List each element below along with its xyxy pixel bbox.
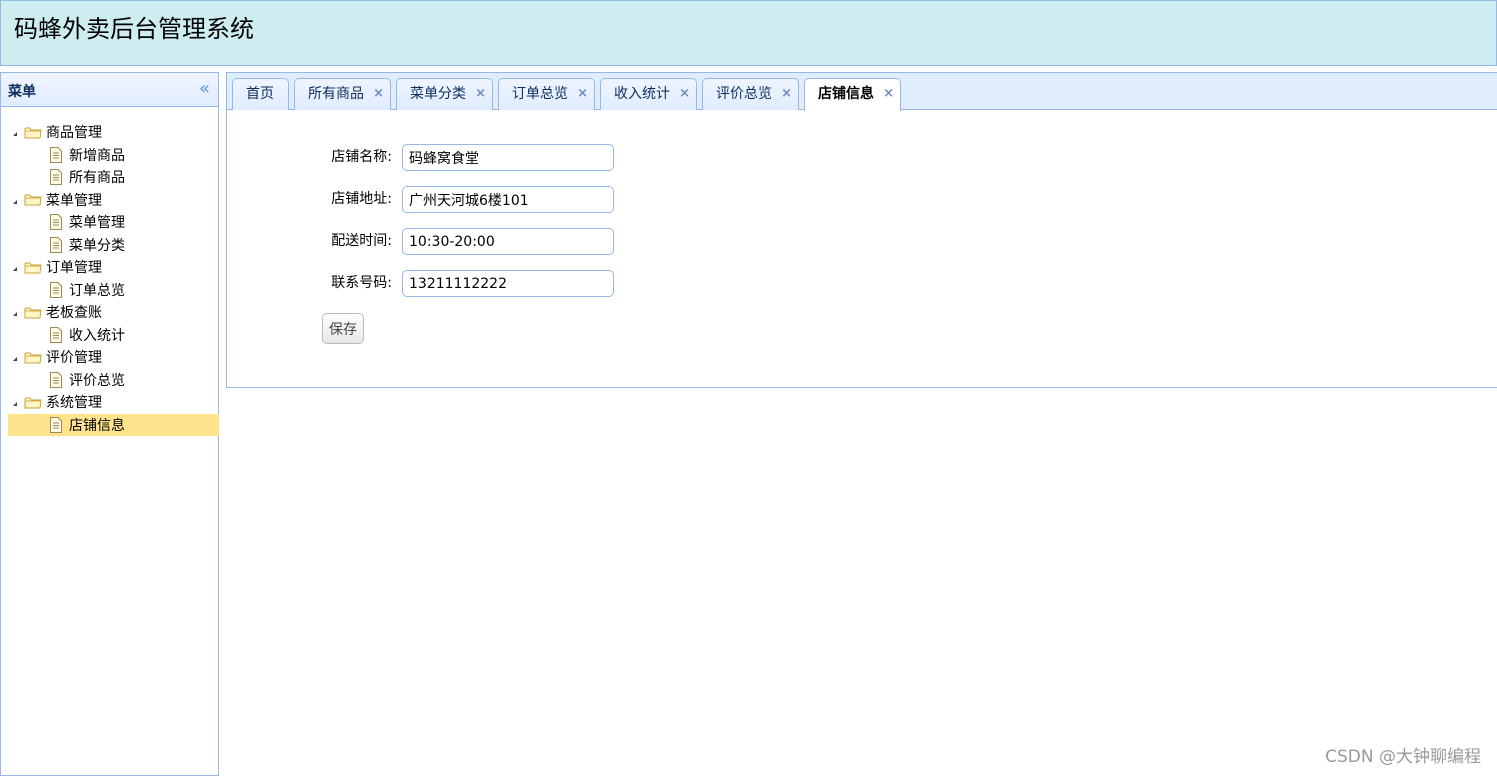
tree-item-4-0[interactable]: 评价总览 [8, 369, 219, 392]
close-icon[interactable]: × [373, 79, 384, 109]
tree-group-label: 菜单管理 [46, 192, 102, 209]
file-icon [49, 416, 63, 433]
tree-item-label: 店铺信息 [69, 417, 125, 434]
tree-item-label: 评价总览 [69, 372, 125, 389]
save-button[interactable]: 保存 [322, 313, 364, 344]
tree-group-label: 商品管理 [46, 125, 102, 142]
folder-icon [24, 351, 42, 364]
expanded-triangle-icon[interactable] [13, 128, 17, 137]
tree-item-1-0[interactable]: 菜单管理 [8, 211, 219, 234]
file-icon [49, 214, 63, 231]
tab-3[interactable]: 订单总览 × [498, 78, 595, 110]
close-icon[interactable]: × [475, 79, 486, 109]
tab-label: 评价总览 [716, 86, 772, 102]
main-panel: 首页 所有商品 × 菜单分类 × 订单总览 × 收入统计 × 评价总览 × 店铺信息 × 店铺名称: 店… [226, 72, 1497, 388]
file-icon [49, 371, 63, 388]
tab-label: 首页 [246, 86, 274, 102]
collapse-icon[interactable]: « [199, 78, 210, 99]
tab-6[interactable]: 店铺信息 × [804, 78, 901, 111]
tree-group-2[interactable]: 订单管理 [8, 256, 219, 279]
app-header: 码蜂外卖后台管理系统 [0, 0, 1497, 66]
expanded-triangle-icon[interactable] [13, 263, 17, 272]
tab-1[interactable]: 所有商品 × [294, 78, 391, 110]
close-icon[interactable]: × [679, 79, 690, 109]
phone-input[interactable] [402, 270, 614, 297]
tree-item-3-0[interactable]: 收入统计 [8, 324, 219, 347]
tree-group-5[interactable]: 系统管理 [8, 391, 219, 414]
tree-item-0-0[interactable]: 新增商品 [8, 144, 219, 167]
tree-group-0[interactable]: 商品管理 [8, 121, 219, 144]
expanded-triangle-icon[interactable] [13, 308, 17, 317]
folder-icon [24, 261, 42, 274]
close-icon[interactable]: × [883, 79, 894, 109]
expanded-triangle-icon[interactable] [13, 353, 17, 362]
folder-icon [24, 126, 42, 139]
tree-item-0-1[interactable]: 所有商品 [8, 166, 219, 189]
sidebar-title: 菜单 [8, 84, 36, 100]
file-icon [49, 326, 63, 343]
tree-item-label: 新增商品 [69, 147, 125, 164]
tree-item-1-1[interactable]: 菜单分类 [8, 234, 219, 257]
delivery-time-input[interactable] [402, 228, 614, 255]
file-icon [49, 169, 63, 186]
app-title: 码蜂外卖后台管理系统 [14, 15, 254, 43]
shop-name-input[interactable] [402, 144, 614, 171]
expanded-triangle-icon[interactable] [13, 196, 17, 204]
tree-item-label: 收入统计 [69, 327, 125, 344]
tree-item-2-0[interactable]: 订单总览 [8, 279, 219, 302]
tree-group-3[interactable]: 老板查账 [8, 301, 219, 324]
tree-group-4[interactable]: 评价管理 [8, 346, 219, 369]
folder-icon [24, 193, 42, 206]
folder-icon [24, 306, 42, 319]
expanded-triangle-icon[interactable] [13, 398, 17, 407]
tree-item-label: 菜单管理 [69, 215, 125, 232]
close-icon[interactable]: × [781, 79, 792, 109]
shop-address-label: 店铺地址: [331, 191, 392, 207]
tree-item-label: 菜单分类 [69, 237, 125, 254]
tab-label: 订单总览 [512, 86, 568, 102]
menu-tree: 商品管理 新增商品 所有商品 菜单管理 菜单管理 菜单分类 订单管理 订单总览 老板查账 收入统计… [8, 121, 219, 436]
tab-label: 收入统计 [614, 86, 670, 102]
tree-group-1[interactable]: 菜单管理 [8, 189, 219, 212]
tab-2[interactable]: 菜单分类 × [396, 78, 493, 110]
sidebar-header: 菜单 « [1, 73, 218, 107]
tab-4[interactable]: 收入统计 × [600, 78, 697, 110]
shop-address-input[interactable] [402, 186, 614, 213]
tabs-bar: 首页 所有商品 × 菜单分类 × 订单总览 × 收入统计 × 评价总览 × 店铺信息 × [227, 73, 1497, 111]
tab-5[interactable]: 评价总览 × [702, 78, 799, 110]
file-icon [49, 281, 63, 298]
sidebar: 菜单 « 商品管理 新增商品 所有商品 菜单管理 菜单管理 菜单分类 订单管理 订单总览 老板查… [0, 72, 219, 776]
folder-icon [24, 396, 42, 409]
tab-0[interactable]: 首页 [232, 78, 289, 110]
tree-item-5-0[interactable]: 店铺信息 [8, 413, 219, 436]
phone-label: 联系号码: [331, 275, 392, 291]
tab-label: 所有商品 [308, 86, 364, 102]
file-icon [49, 146, 63, 163]
tree-group-label: 系统管理 [46, 395, 102, 412]
tree-item-label: 订单总览 [69, 282, 125, 299]
file-icon [49, 236, 63, 253]
tree-group-label: 评价管理 [46, 350, 102, 367]
tab-label: 店铺信息 [818, 86, 874, 102]
watermark: CSDN @大钟聊编程 [1325, 747, 1481, 767]
tab-label: 菜单分类 [410, 86, 466, 102]
delivery-time-label: 配送时间: [331, 233, 392, 249]
tree-group-label: 订单管理 [46, 260, 102, 277]
shop-name-label: 店铺名称: [331, 149, 392, 165]
close-icon[interactable]: × [577, 79, 588, 109]
tree-item-label: 所有商品 [69, 170, 125, 187]
tree-group-label: 老板查账 [46, 305, 102, 322]
